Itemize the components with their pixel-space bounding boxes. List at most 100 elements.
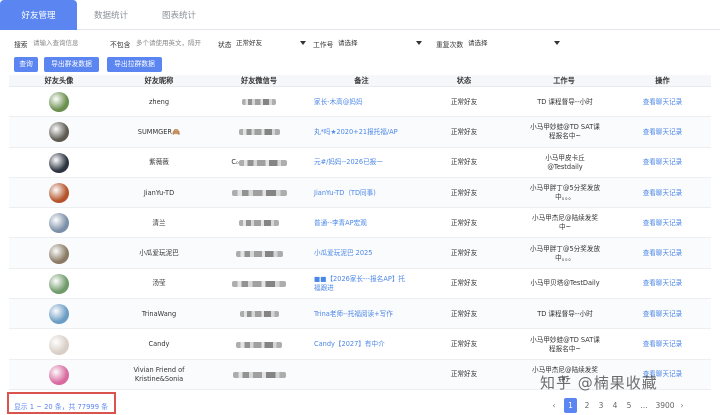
avatar-cell xyxy=(9,329,109,359)
remark-text: 小瓜爱玩泥巴 2025 xyxy=(314,249,373,258)
column-header-action: 操作 xyxy=(655,76,670,85)
job-text: 小马甲杰尼@陆续发奖中~ xyxy=(532,214,598,232)
avatar-cell xyxy=(9,208,109,238)
repeat-select[interactable]: 请选择 xyxy=(468,37,560,50)
table-row: 清兰 普通--李青AP宏观 正常好友 小马甲杰尼@陆续发奖中~ 查看聊天记录 xyxy=(9,208,711,239)
wechat-cell xyxy=(209,299,309,329)
job-text: 小马甲贝塔@TestDaily xyxy=(530,279,600,288)
job-text: TD 课程督导--小时 xyxy=(537,309,593,318)
filter-bar: 搜索 请输入查询信息 不包含 多个请使用英文，隔开 状态 正常好友 工作号 请选… xyxy=(0,37,720,51)
action-text: 查看聊天记录 xyxy=(642,249,683,258)
view-chat-link[interactable]: 查看聊天记录 xyxy=(614,269,711,299)
nickname-text: Vivian Friend of Kristine&Sonia xyxy=(133,365,185,383)
page-last[interactable]: 3900 xyxy=(654,398,676,413)
avatar xyxy=(49,334,69,355)
view-chat-link[interactable]: 查看聊天记录 xyxy=(614,87,711,117)
job-text: 小马甲胖丁@5分奖发放中。。。 xyxy=(529,244,601,262)
avatar-cell xyxy=(9,87,109,117)
column-header-remark: 备注 xyxy=(354,76,369,85)
status-cell: 正常好友 xyxy=(414,208,514,238)
avatar-cell xyxy=(9,178,109,208)
action-text: 查看聊天记录 xyxy=(642,188,683,197)
next-page-button[interactable]: › xyxy=(677,398,687,413)
wechat-cell xyxy=(209,178,309,208)
column-header-wechat: 好友微信号 xyxy=(241,76,277,85)
nickname-cell: Vivian Friend of Kristine&Sonia xyxy=(109,360,209,390)
export-group-button[interactable]: 导出群发数据 xyxy=(44,57,99,72)
avatar-cell xyxy=(9,360,109,390)
prev-page-button[interactable]: ‹ xyxy=(548,398,560,413)
wechat-cell xyxy=(209,117,309,147)
page-5[interactable]: 5 xyxy=(623,398,635,413)
nickname-text: SUMMGER🙈 xyxy=(137,127,181,136)
status-text: 正常好友 xyxy=(450,158,478,167)
repeat-label: 重复次数 xyxy=(436,41,464,49)
remark-cell: JianYu-TD（TD同事) xyxy=(314,178,406,208)
export-pull-button[interactable]: 导出拉群数据 xyxy=(107,57,162,72)
view-chat-link[interactable]: 查看聊天记录 xyxy=(614,329,711,359)
exclude-label: 不包含 xyxy=(110,41,131,49)
job-select[interactable]: 请选择 xyxy=(338,37,422,50)
avatar xyxy=(49,92,69,113)
view-chat-link[interactable]: 查看聊天记录 xyxy=(614,148,711,178)
job-cell: 小马甲杰尼@陆续发奖中~ xyxy=(529,208,601,238)
tab-chart-statistics[interactable]: 图表统计 xyxy=(145,0,213,30)
status-select-value: 正常好友 xyxy=(236,39,262,47)
remark-cell: 元#/妈妈--2026已报一 xyxy=(314,148,406,178)
status-cell: 正常好友 xyxy=(414,238,514,268)
status-text: 正常好友 xyxy=(450,279,478,288)
remark-cell: 家长-木高@妈妈 xyxy=(314,87,406,117)
avatar xyxy=(49,304,69,325)
search-input[interactable]: 请输入查询信息 xyxy=(33,37,105,50)
remark-text: Trina老师--托福阅读+写作 xyxy=(314,309,393,318)
status-text: 正常好友 xyxy=(450,218,478,227)
job-cell: TD 课程督导--小时 xyxy=(529,87,601,117)
view-chat-link[interactable]: 查看聊天记录 xyxy=(614,117,711,147)
avatar-cell xyxy=(9,148,109,178)
remark-cell: 丸*吗★2020+21报托福/AP xyxy=(314,117,406,147)
table-row: JianYu-TD JianYu-TD（TD同事) 正常好友 小马甲胖丁@5分奖发放中… xyxy=(9,177,711,209)
wechat-id-redacted xyxy=(238,159,287,166)
nickname-text: 小瓜爱玩泥巴 xyxy=(139,249,179,258)
tab-data-statistics[interactable]: 数据统计 xyxy=(77,0,145,30)
page-1[interactable]: 1 xyxy=(564,398,577,413)
nickname-cell: SUMMGER🙈 xyxy=(109,117,209,147)
nickname-cell: Candy xyxy=(109,329,209,359)
job-cell: 小马甲皮卡丘@Testdaily xyxy=(529,148,601,178)
view-chat-link[interactable]: 查看聊天记录 xyxy=(614,208,711,238)
table-header: 好友头像 好友昵称 好友微信号 备注 状态 工作号 操作 xyxy=(9,75,711,87)
job-cell: 小马甲妙蛙@TD SAT课程报名中~ xyxy=(529,117,601,147)
view-chat-link[interactable]: 查看聊天记录 xyxy=(614,238,711,268)
job-cell: 小马甲胖丁@5分奖发放中。。。 xyxy=(529,178,601,208)
status-select[interactable]: 正常好友 xyxy=(236,37,306,50)
page-3[interactable]: 3 xyxy=(595,398,607,413)
wechat-cell xyxy=(209,238,309,268)
column-header-status: 状态 xyxy=(456,76,472,85)
nickname-text: 紫薇薇 xyxy=(149,158,169,167)
query-button[interactable]: 查询 xyxy=(14,57,38,72)
status-text: 正常好友 xyxy=(450,249,478,258)
table-body: zheng 家长-木高@妈妈 正常好友 TD 课程督导--小时 查看聊天记录 SUMMGE… xyxy=(9,87,711,390)
nickname-cell: 清兰 xyxy=(109,208,209,238)
page-4[interactable]: 4 xyxy=(609,398,621,413)
action-text: 查看聊天记录 xyxy=(642,97,683,106)
remark-cell: 小瓜爱玩泥巴 2025 xyxy=(314,238,406,268)
job-text: 小马甲胖丁@5分奖发放中。。。 xyxy=(529,184,601,202)
status-text: 正常好友 xyxy=(450,188,478,197)
action-text: 查看聊天记录 xyxy=(642,158,683,167)
view-chat-link[interactable]: 查看聊天记录 xyxy=(614,299,711,329)
avatar-cell xyxy=(9,269,109,299)
view-chat-link[interactable]: 查看聊天记录 xyxy=(614,178,711,208)
avatar-cell xyxy=(9,238,109,268)
status-cell: 正常好友 xyxy=(414,117,514,147)
action-text: 查看聊天记录 xyxy=(642,218,683,227)
avatar xyxy=(49,122,69,143)
wechat-cell xyxy=(209,329,309,359)
status-cell: 正常好友 xyxy=(414,360,514,390)
page-2[interactable]: 2 xyxy=(581,398,593,413)
job-text: 小马甲妙蛙@TD SAT课程报名中~ xyxy=(530,335,600,353)
remark-cell xyxy=(314,360,406,390)
job-select-value: 请选择 xyxy=(338,39,358,47)
wechat-id-redacted xyxy=(239,311,279,318)
tab-friend-management[interactable]: 好友管理 xyxy=(0,0,77,30)
